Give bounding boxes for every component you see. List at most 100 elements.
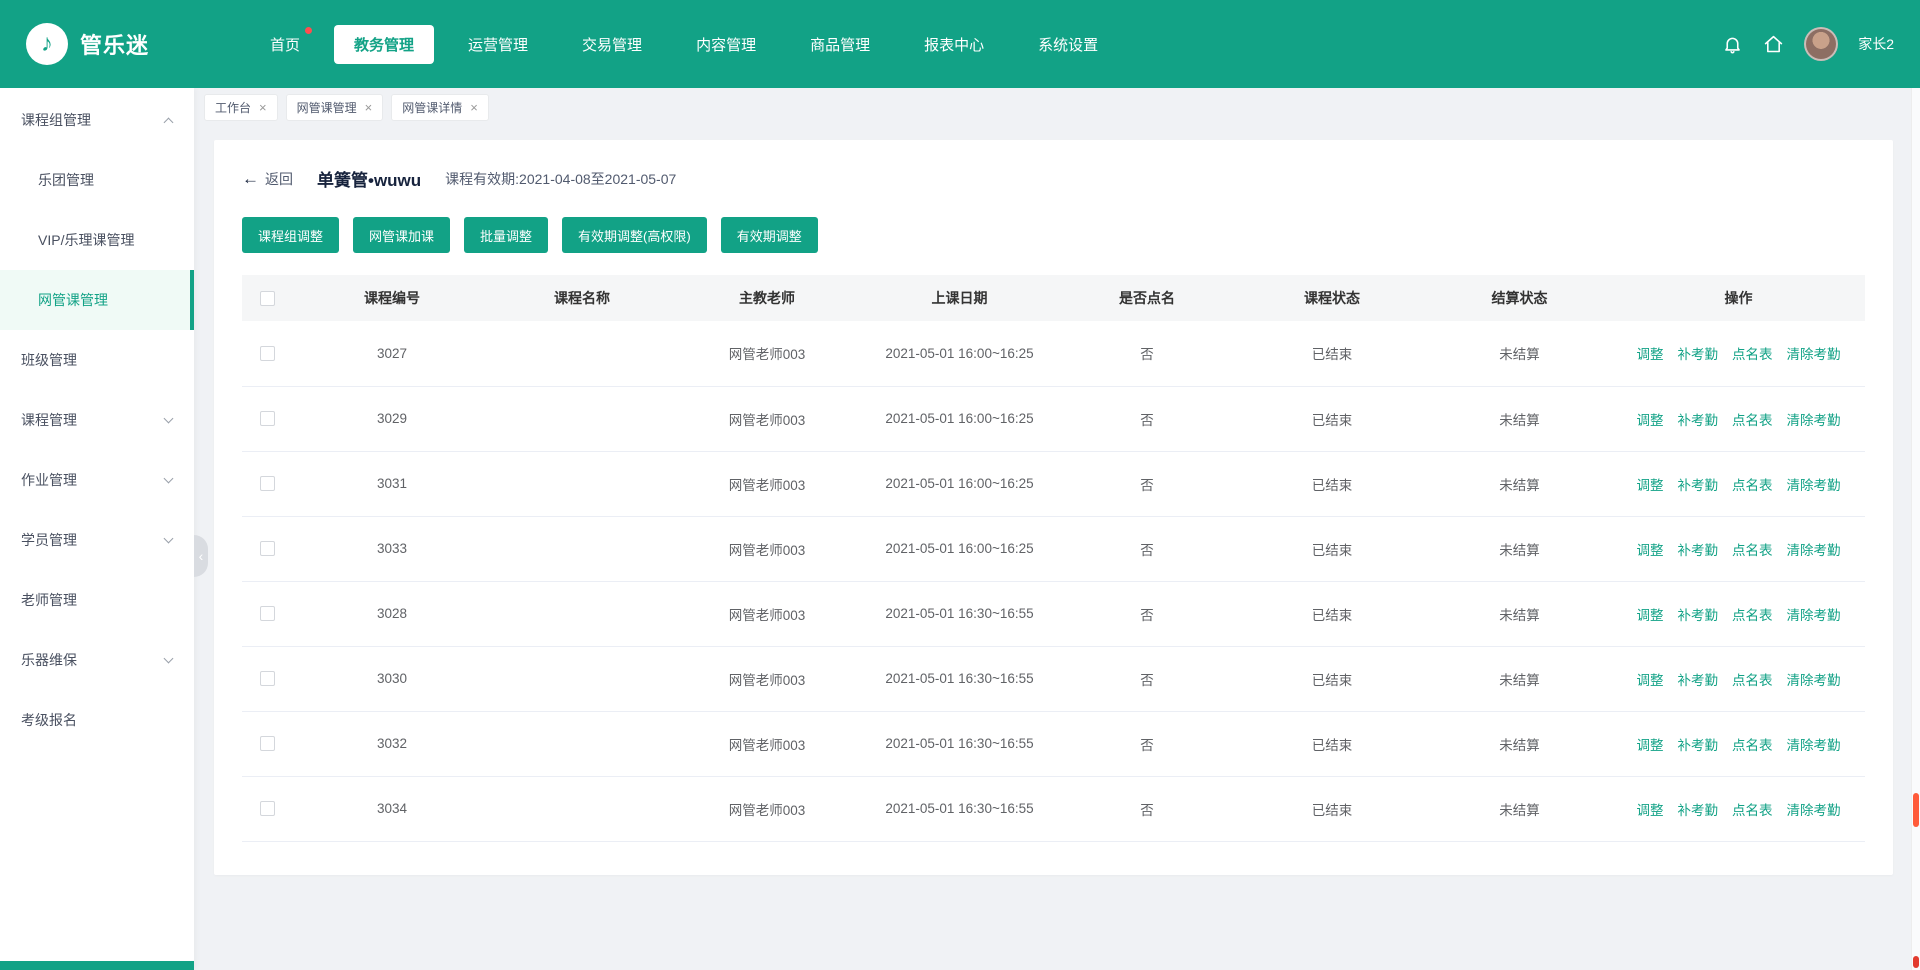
action-adjust[interactable]: 调整: [1637, 474, 1664, 494]
action-clear-attendance[interactable]: 清除考勤: [1787, 734, 1841, 754]
row-checkbox[interactable]: [260, 411, 275, 426]
select-all-checkbox[interactable]: [260, 291, 275, 306]
row-checkbox[interactable]: [260, 671, 275, 686]
sidebar-item-9[interactable]: 乐器维保: [0, 630, 194, 690]
action-rollcall-sheet[interactable]: 点名表: [1732, 799, 1773, 819]
cell-settlement: 未结算: [1427, 321, 1612, 386]
avatar[interactable]: [1804, 27, 1838, 61]
action-adjust[interactable]: 调整: [1637, 799, 1664, 819]
notification-bell-icon[interactable]: [1722, 34, 1743, 55]
nav-item-0[interactable]: 首页: [250, 25, 320, 64]
toolbar-button-4[interactable]: 有效期调整: [721, 217, 818, 253]
toolbar-button-0[interactable]: 课程组调整: [242, 217, 339, 253]
back-button[interactable]: ← 返回: [242, 169, 293, 189]
action-clear-attendance[interactable]: 清除考勤: [1787, 343, 1841, 363]
action-clear-attendance[interactable]: 清除考勤: [1787, 539, 1841, 559]
cell-rollcall: 否: [1057, 776, 1237, 841]
action-clear-attendance[interactable]: 清除考勤: [1787, 669, 1841, 689]
row-checkbox[interactable]: [260, 736, 275, 751]
cell-status: 已结束: [1237, 776, 1427, 841]
nav-item-1[interactable]: 教务管理: [334, 25, 434, 64]
sidebar-item-0[interactable]: 课程组管理: [0, 90, 194, 150]
tab-close-icon[interactable]: ×: [470, 101, 478, 114]
cell-course-name: [492, 776, 672, 841]
sidebar-item-label: 作业管理: [21, 470, 77, 490]
cell-date: 2021-05-01 16:30~16:55: [862, 776, 1057, 841]
action-rollcall-sheet[interactable]: 点名表: [1732, 474, 1773, 494]
row-checkbox[interactable]: [260, 801, 275, 816]
toolbar-button-1[interactable]: 网管课加课: [353, 217, 450, 253]
sidebar-item-7[interactable]: 学员管理: [0, 510, 194, 570]
table-row: 3032网管老师0032021-05-01 16:30~16:55否已结束未结算…: [242, 711, 1865, 776]
action-rollcall-sheet[interactable]: 点名表: [1732, 734, 1773, 754]
action-adjust[interactable]: 调整: [1637, 409, 1664, 429]
tab-2[interactable]: 网管课详情×: [391, 94, 489, 121]
nav-item-7[interactable]: 系统设置: [1018, 25, 1118, 64]
action-makeup-attendance[interactable]: 补考勤: [1678, 669, 1719, 689]
home-icon[interactable]: [1763, 34, 1784, 55]
row-checkbox[interactable]: [260, 346, 275, 361]
scrollbar-thumb[interactable]: [1913, 793, 1919, 827]
action-clear-attendance[interactable]: 清除考勤: [1787, 474, 1841, 494]
toolbar: 课程组调整网管课加课批量调整有效期调整(高权限) 有效期调整: [242, 217, 1865, 253]
row-checkbox-cell: [242, 711, 292, 776]
action-makeup-attendance[interactable]: 补考勤: [1678, 343, 1719, 363]
row-checkbox[interactable]: [260, 476, 275, 491]
action-adjust[interactable]: 调整: [1637, 343, 1664, 363]
action-makeup-attendance[interactable]: 补考勤: [1678, 474, 1719, 494]
toolbar-button-2[interactable]: 批量调整: [464, 217, 548, 253]
tab-close-icon[interactable]: ×: [365, 101, 373, 114]
toolbar-button-3[interactable]: 有效期调整(高权限): [562, 217, 707, 253]
sidebar-item-1[interactable]: 乐团管理: [0, 150, 194, 210]
nav-item-2[interactable]: 运营管理: [448, 25, 548, 64]
nav-item-6[interactable]: 报表中心: [904, 25, 1004, 64]
tab-close-icon[interactable]: ×: [259, 101, 267, 114]
tab-0[interactable]: 工作台×: [204, 94, 278, 121]
action-rollcall-sheet[interactable]: 点名表: [1732, 669, 1773, 689]
action-makeup-attendance[interactable]: 补考勤: [1678, 734, 1719, 754]
row-checkbox[interactable]: [260, 541, 275, 556]
page-header: ← 返回 单簧管•wuwu 课程有效期:2021-04-08至2021-05-0…: [242, 166, 1865, 191]
scrollbar-thumb-end[interactable]: [1913, 956, 1919, 968]
tab-1[interactable]: 网管课管理×: [286, 94, 384, 121]
sidebar-item-5[interactable]: 课程管理: [0, 390, 194, 450]
action-makeup-attendance[interactable]: 补考勤: [1678, 799, 1719, 819]
row-actions: 调整补考勤点名表清除考勤: [1612, 581, 1865, 646]
chevron-down-icon: [164, 533, 174, 543]
nav-item-5[interactable]: 商品管理: [790, 25, 890, 64]
sidebar-item-6[interactable]: 作业管理: [0, 450, 194, 510]
sidebar-item-10[interactable]: 考级报名: [0, 690, 194, 750]
page-scrollbar[interactable]: [1911, 88, 1920, 970]
sidebar-item-3[interactable]: 网管课管理: [0, 270, 194, 330]
action-adjust[interactable]: 调整: [1637, 539, 1664, 559]
action-adjust[interactable]: 调整: [1637, 669, 1664, 689]
action-rollcall-sheet[interactable]: 点名表: [1732, 343, 1773, 363]
action-clear-attendance[interactable]: 清除考勤: [1787, 799, 1841, 819]
sidebar-item-8[interactable]: 老师管理: [0, 570, 194, 630]
cell-settlement: 未结算: [1427, 386, 1612, 451]
sidebar: 课程组管理乐团管理VIP/乐理课管理网管课管理班级管理课程管理作业管理学员管理老…: [0, 88, 194, 970]
username[interactable]: 家长2: [1858, 34, 1894, 54]
nav-item-3[interactable]: 交易管理: [562, 25, 662, 64]
cell-rollcall: 否: [1057, 451, 1237, 516]
action-clear-attendance[interactable]: 清除考勤: [1787, 409, 1841, 429]
cell-course-id: 3027: [292, 321, 492, 386]
table-body: 3027网管老师0032021-05-01 16:00~16:25否已结束未结算…: [242, 321, 1865, 841]
brand-name: 管乐迷: [80, 28, 149, 60]
action-makeup-attendance[interactable]: 补考勤: [1678, 539, 1719, 559]
action-rollcall-sheet[interactable]: 点名表: [1732, 604, 1773, 624]
action-rollcall-sheet[interactable]: 点名表: [1732, 409, 1773, 429]
action-adjust[interactable]: 调整: [1637, 604, 1664, 624]
action-makeup-attendance[interactable]: 补考勤: [1678, 409, 1719, 429]
sidebar-item-4[interactable]: 班级管理: [0, 330, 194, 390]
action-rollcall-sheet[interactable]: 点名表: [1732, 539, 1773, 559]
nav-item-4[interactable]: 内容管理: [676, 25, 776, 64]
row-checkbox[interactable]: [260, 606, 275, 621]
cell-settlement: 未结算: [1427, 516, 1612, 581]
action-clear-attendance[interactable]: 清除考勤: [1787, 604, 1841, 624]
table-row: 3027网管老师0032021-05-01 16:00~16:25否已结束未结算…: [242, 321, 1865, 386]
action-makeup-attendance[interactable]: 补考勤: [1678, 604, 1719, 624]
brand[interactable]: ♪ 管乐迷: [26, 23, 226, 65]
action-adjust[interactable]: 调整: [1637, 734, 1664, 754]
sidebar-item-2[interactable]: VIP/乐理课管理: [0, 210, 194, 270]
